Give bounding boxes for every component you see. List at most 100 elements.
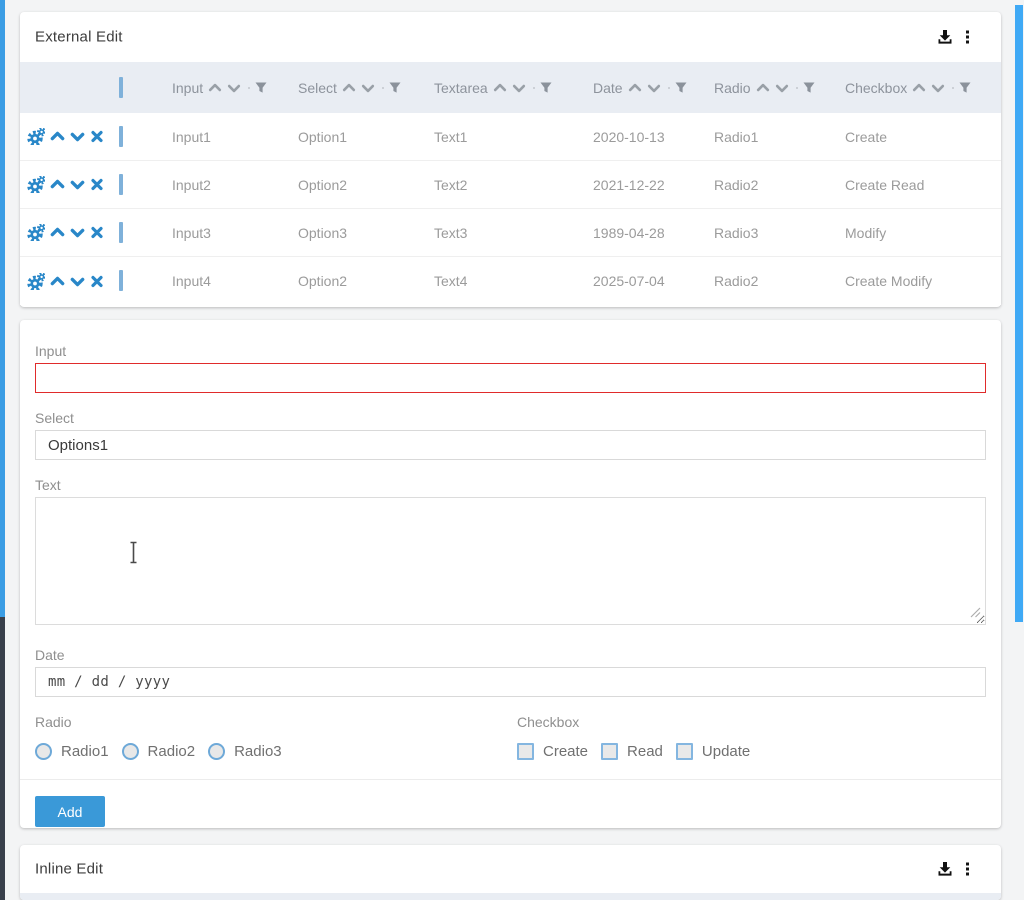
date-value: mm / dd / yyyy [48,674,170,690]
sort-desc-icon[interactable] [931,81,945,95]
row-checkbox[interactable] [119,174,123,195]
add-button[interactable]: Add [35,796,105,827]
text-area[interactable] [35,497,986,625]
sort-desc-icon[interactable] [647,81,661,95]
checkbox-option-label: Read [627,743,663,760]
row-checkbox[interactable] [119,270,123,291]
radio-radio2[interactable] [122,743,139,760]
column-header-select[interactable]: Select [298,80,337,96]
radio-option-label: Radio3 [234,743,282,760]
sort-asc-icon[interactable] [208,81,222,95]
delete-icon[interactable] [90,129,104,144]
checkbox-read[interactable] [601,743,618,760]
column-header-checkbox[interactable]: Checkbox [845,80,907,96]
column-header-date[interactable]: Date [593,80,623,96]
cell-radio: Radio1 [702,129,833,145]
cell-date: 2025-07-04 [581,273,702,289]
table-header-row: Input Select Textarea Date [20,62,1001,113]
filter-icon[interactable] [675,82,687,93]
cell-select: Option2 [286,273,422,289]
date-input[interactable]: mm / dd / yyyy [35,667,986,697]
radio-radio1[interactable] [35,743,52,760]
sort-asc-icon[interactable] [342,81,356,95]
cell-input: Input1 [160,129,286,145]
filter-icon[interactable] [959,82,971,93]
table-row: Input3 Option3 Text3 1989-04-28 Radio3 M… [20,209,1001,257]
radio-radio3[interactable] [208,743,225,760]
move-down-icon[interactable] [70,129,85,144]
filter-icon[interactable] [389,82,401,93]
column-header-textarea[interactable]: Textarea [434,80,488,96]
inline-edit-header: Inline Edit [20,845,1001,893]
cell-radio: Radio2 [702,177,833,193]
cell-input: Input2 [160,177,286,193]
column-header-input[interactable]: Input [172,80,203,96]
sort-desc-icon[interactable] [512,81,526,95]
cell-select: Option3 [286,225,422,241]
checkbox-create[interactable] [517,743,534,760]
sort-asc-icon[interactable] [628,81,642,95]
move-down-icon[interactable] [70,225,85,240]
text-label: Text [35,460,986,493]
sort-asc-icon[interactable] [912,81,926,95]
select-input[interactable]: Options1 [35,430,986,460]
select-all-checkbox[interactable] [119,77,123,98]
table-row: Input1 Option1 Text1 2020-10-13 Radio1 C… [20,113,1001,161]
settings-cogs-icon[interactable] [27,128,45,145]
radio-option-label: Radio1 [61,743,109,760]
filter-icon[interactable] [540,82,552,93]
checkbox-update[interactable] [676,743,693,760]
cell-checkbox: Create Read [833,177,1001,193]
cell-checkbox: Create [833,129,1001,145]
divider-dot [382,87,384,89]
move-up-icon[interactable] [50,129,65,144]
external-edit-card: External Edit Input Select Textarea [20,12,1001,307]
cell-date: 2020-10-13 [581,129,702,145]
filter-icon[interactable] [803,82,815,93]
delete-icon[interactable] [90,225,104,240]
move-down-icon[interactable] [70,274,85,289]
settings-cogs-icon[interactable] [27,224,45,241]
move-up-icon[interactable] [50,177,65,192]
download-icon[interactable] [937,29,953,45]
sort-desc-icon[interactable] [361,81,375,95]
sort-asc-icon[interactable] [756,81,770,95]
add-record-form-card: Input Select Options1 Text Date mm / dd … [20,320,1001,828]
cell-date: 1989-04-28 [581,225,702,241]
checkbox-group-label: Checkbox [517,714,763,730]
left-scrollbar-thumb[interactable] [0,0,5,617]
cell-radio: Radio2 [702,273,833,289]
external-edit-header: External Edit [20,12,1001,62]
move-down-icon[interactable] [70,177,85,192]
column-header-radio[interactable]: Radio [714,80,751,96]
cell-date: 2021-12-22 [581,177,702,193]
table-row: Input4 Option2 Text4 2025-07-04 Radio2 C… [20,257,1001,305]
checkbox-option-label: Update [702,743,750,760]
download-icon[interactable] [937,861,953,877]
kebab-menu-icon[interactable] [964,29,971,46]
card-title: Inline Edit [35,861,103,878]
right-scrollbar-thumb[interactable] [1015,5,1023,622]
delete-icon[interactable] [90,177,104,192]
inline-edit-card: Inline Edit [20,845,1001,900]
cell-select: Option2 [286,177,422,193]
filter-icon[interactable] [255,82,267,93]
input-field[interactable] [35,363,986,393]
cell-textarea: Text2 [422,177,581,193]
settings-cogs-icon[interactable] [27,176,45,193]
sort-desc-icon[interactable] [227,81,241,95]
kebab-menu-icon[interactable] [964,861,971,878]
checkbox-option-label: Create [543,743,588,760]
sort-asc-icon[interactable] [493,81,507,95]
cell-select: Option1 [286,129,422,145]
sort-desc-icon[interactable] [775,81,789,95]
row-checkbox[interactable] [119,126,123,147]
move-up-icon[interactable] [50,274,65,289]
move-up-icon[interactable] [50,225,65,240]
row-checkbox[interactable] [119,222,123,243]
delete-icon[interactable] [90,274,104,289]
settings-cogs-icon[interactable] [27,273,45,290]
divider-dot [248,87,250,89]
date-label: Date [35,630,986,663]
radio-option-label: Radio2 [148,743,196,760]
